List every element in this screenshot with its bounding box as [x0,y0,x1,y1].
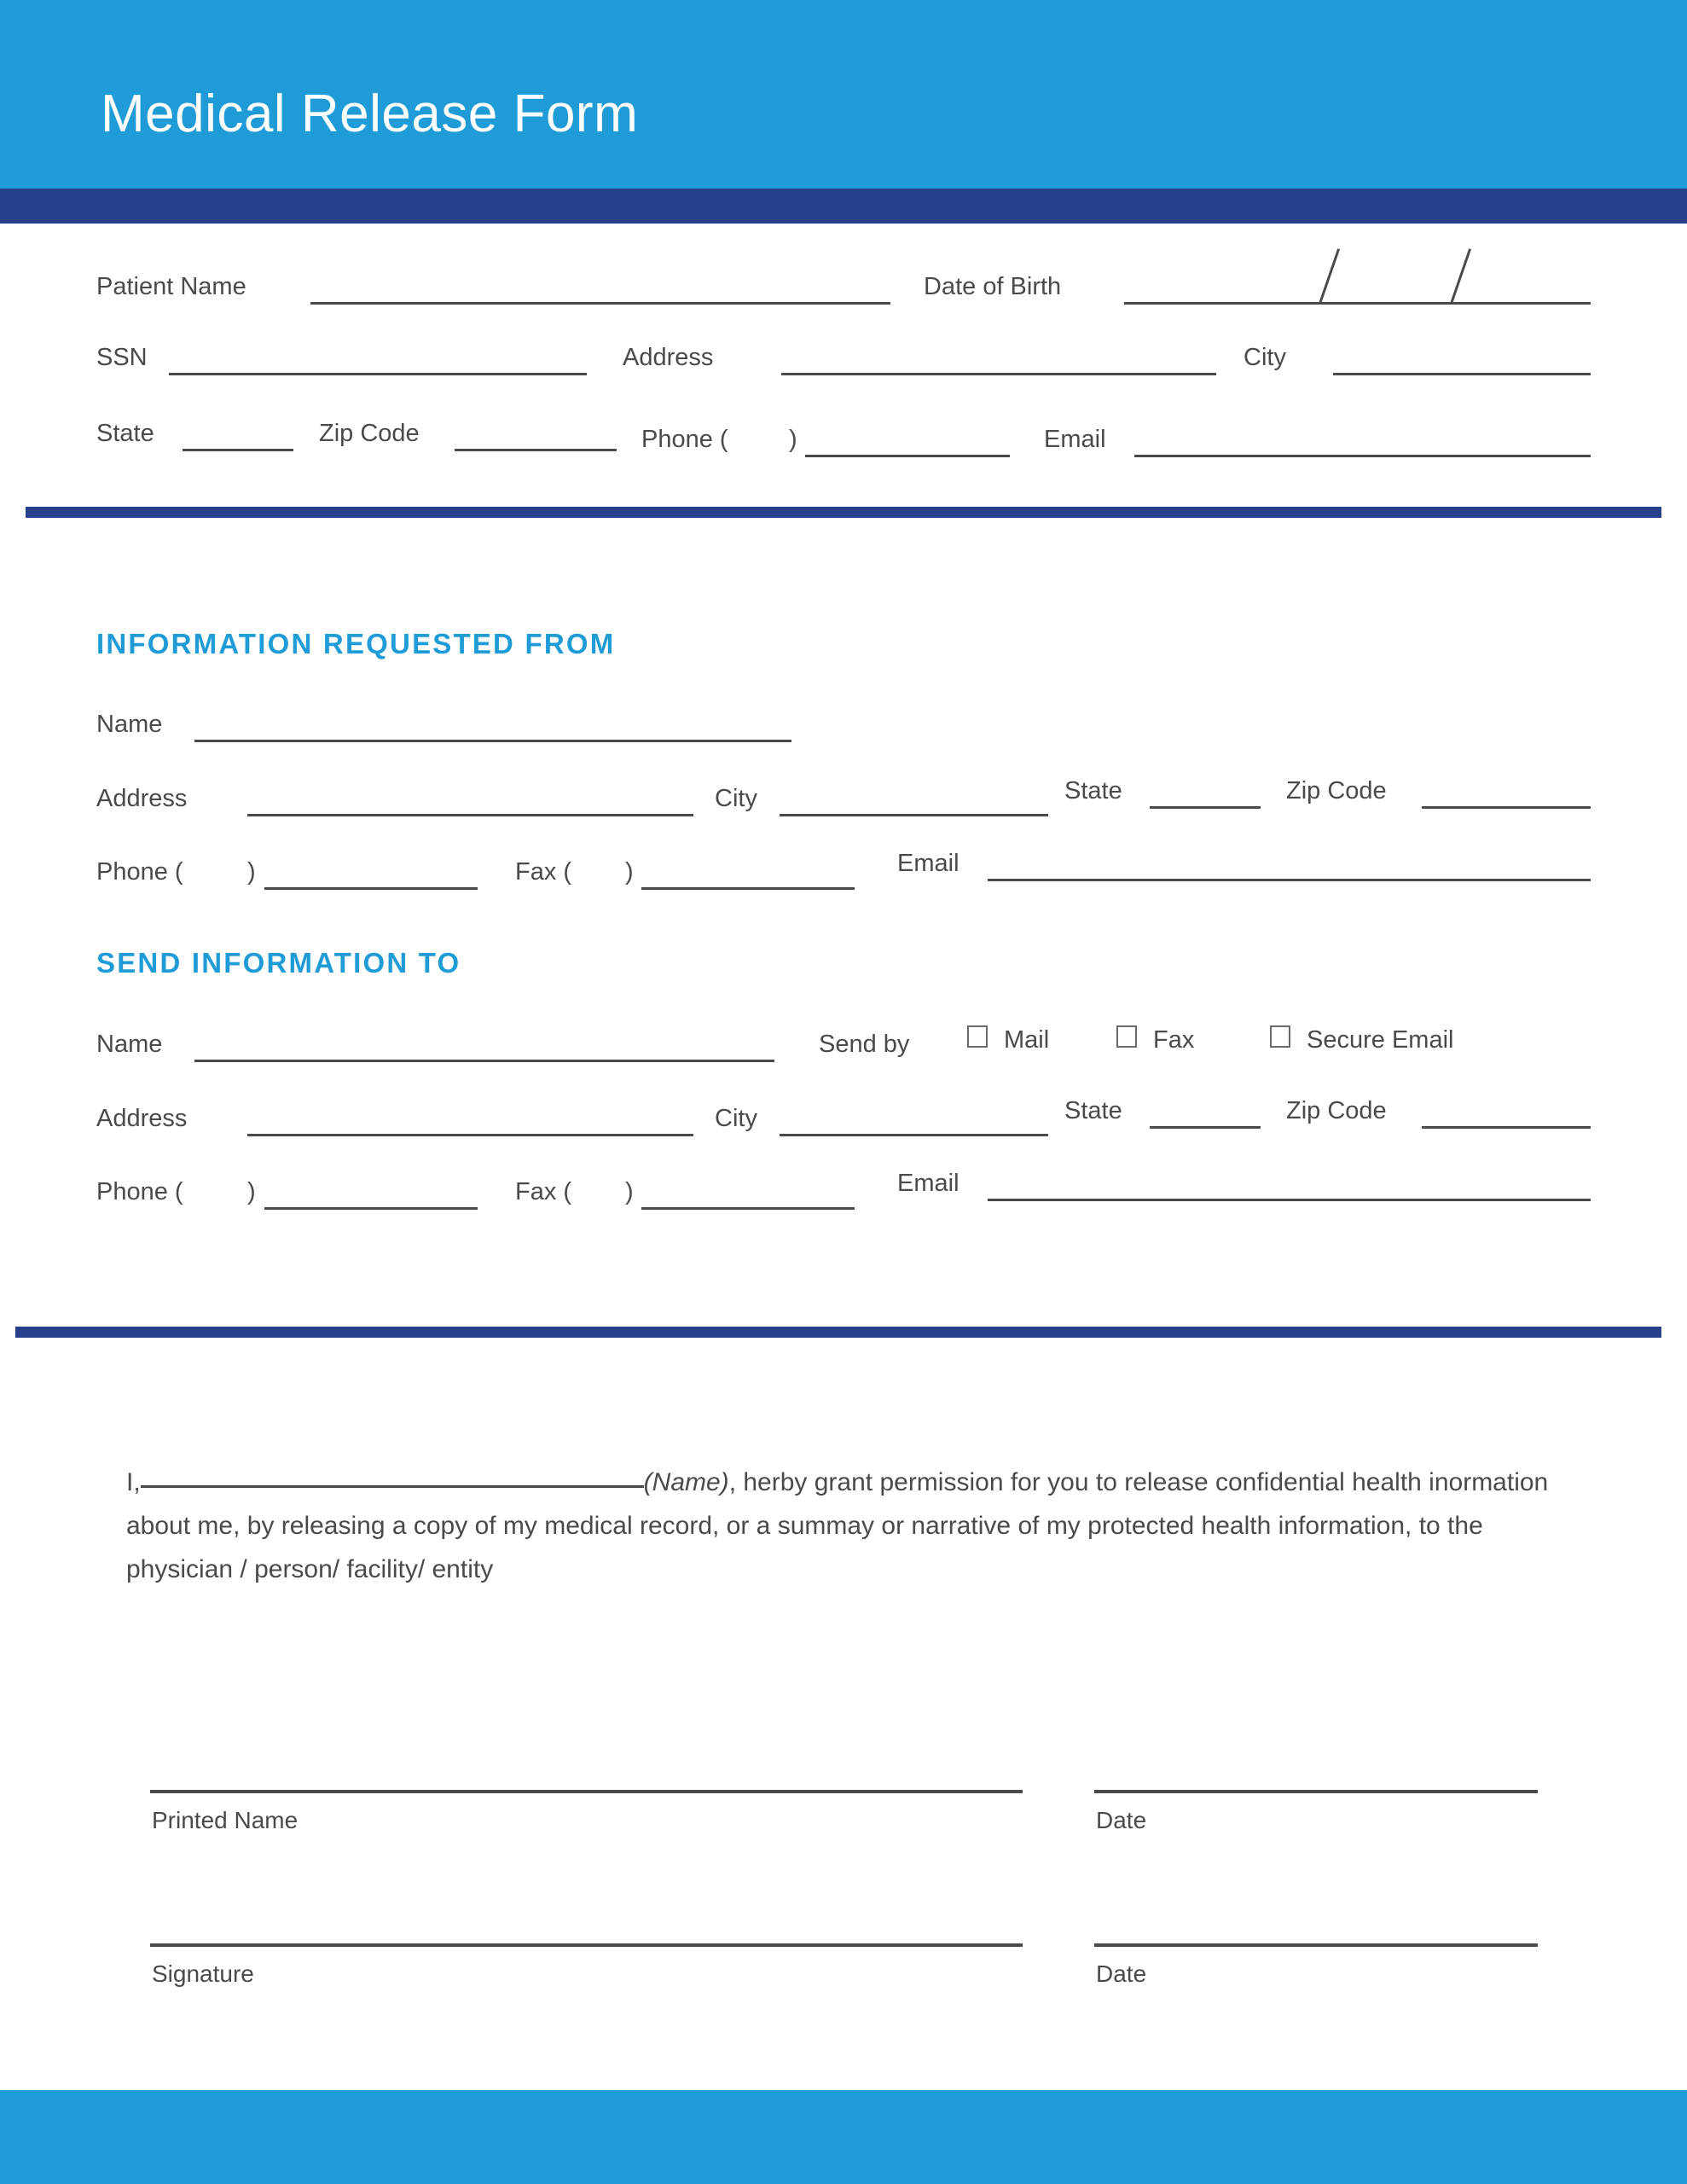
send-by-fax-label[interactable]: Fax [1153,1028,1194,1053]
send-to-city-label: City [715,1105,757,1132]
requested-from-name-input[interactable] [194,740,791,742]
footer-band [0,2090,1687,2184]
requested-from-name-label: Name [96,711,163,738]
requested-from-zip-label: Zip Code [1286,777,1387,804]
patient-phone-label: Phone ( [641,426,728,453]
signature-date-label: Date [1096,1960,1147,1987]
send-to-phone-label: Phone ( [96,1178,183,1205]
patient-address-input[interactable] [781,373,1216,375]
send-information-to-heading: SEND INFORMATION TO [96,947,461,979]
send-to-phone-input[interactable] [264,1207,478,1210]
consent-lead: I, [126,1468,141,1496]
send-to-fax-input[interactable] [641,1207,855,1210]
section-divider-bottom [15,1327,1661,1338]
patient-phone-input[interactable] [805,455,1010,457]
send-to-city-input[interactable] [780,1134,1048,1136]
consent-paragraph: I, (Name), herby grant permission for you… [126,1461,1559,1591]
dob-slash-2-icon [1450,248,1472,305]
requested-from-fax-label: Fax ( [515,858,572,886]
patient-name-input[interactable] [310,302,890,305]
consent-name-input[interactable] [140,1463,644,1488]
send-to-name-input[interactable] [194,1060,774,1062]
requested-from-fax-paren-close: ) [625,858,634,886]
consent-name-marker: (Name) [643,1468,729,1496]
signature-date-line[interactable] [1094,1943,1538,1947]
section-divider-top [26,507,1661,518]
send-to-name-label: Name [96,1031,163,1058]
send-to-state-input[interactable] [1150,1126,1261,1129]
send-to-zip-input[interactable] [1422,1126,1591,1129]
printed-name-label: Printed Name [152,1807,299,1833]
requested-from-address-label: Address [96,785,188,812]
send-by-secure-email-checkbox[interactable] [1270,1025,1290,1048]
requested-from-fax-input[interactable] [641,887,855,890]
requested-from-state-input[interactable] [1150,806,1261,809]
patient-zip-label: Zip Code [319,420,420,447]
send-by-mail-label[interactable]: Mail [1004,1028,1049,1053]
requested-from-state-label: State [1064,777,1122,804]
patient-city-label: City [1244,344,1286,371]
ssn-input[interactable] [169,373,587,375]
requested-from-email-label: Email [897,850,959,877]
send-to-state-label: State [1064,1097,1122,1124]
send-by-label: Send by [819,1031,910,1058]
information-requested-from-heading: INFORMATION REQUESTED FROM [96,628,616,659]
send-to-address-label: Address [96,1105,188,1132]
requested-from-city-label: City [715,785,757,812]
requested-from-email-input[interactable] [988,879,1591,881]
patient-phone-paren-close: ) [789,426,797,453]
send-by-secure-email-label[interactable]: Secure Email [1307,1028,1453,1053]
send-to-zip-label: Zip Code [1286,1097,1387,1124]
page-title: Medical Release Form [101,84,639,143]
send-to-email-label: Email [897,1170,959,1197]
patient-name-label: Patient Name [96,273,246,300]
requested-from-zip-input[interactable] [1422,806,1591,809]
requested-from-phone-paren-close: ) [247,858,256,886]
patient-city-input[interactable] [1333,373,1591,375]
consent-line1-rest: , herby grant permission for you to rele… [728,1468,1345,1496]
send-to-address-input[interactable] [247,1134,693,1136]
patient-email-input[interactable] [1134,455,1591,457]
printed-name-date-label: Date [1096,1807,1147,1833]
header-accent-bar [0,189,1687,224]
date-of-birth-label: Date of Birth [924,273,1062,300]
requested-from-city-input[interactable] [780,814,1048,816]
send-to-fax-label: Fax ( [515,1178,572,1205]
dob-slash-1-icon [1319,248,1341,305]
patient-zip-input[interactable] [455,449,617,451]
requested-from-phone-label: Phone ( [96,858,183,886]
send-to-fax-paren-close: ) [625,1178,634,1205]
send-by-mail-checkbox[interactable] [967,1025,988,1048]
requested-from-phone-input[interactable] [264,887,478,890]
patient-state-label: State [96,420,154,447]
send-by-fax-checkbox[interactable] [1116,1025,1137,1048]
send-to-email-input[interactable] [988,1199,1591,1201]
dob-year-input[interactable] [1399,302,1591,305]
requested-from-address-input[interactable] [247,814,693,816]
printed-name-line[interactable] [150,1790,1023,1793]
signature-line[interactable] [150,1943,1023,1947]
patient-state-input[interactable] [183,449,293,451]
send-to-phone-paren-close: ) [247,1178,256,1205]
patient-email-label: Email [1044,426,1106,453]
ssn-label: SSN [96,344,148,371]
printed-name-date-line[interactable] [1094,1790,1538,1793]
signature-label: Signature [152,1960,254,1987]
patient-address-label: Address [623,344,714,371]
